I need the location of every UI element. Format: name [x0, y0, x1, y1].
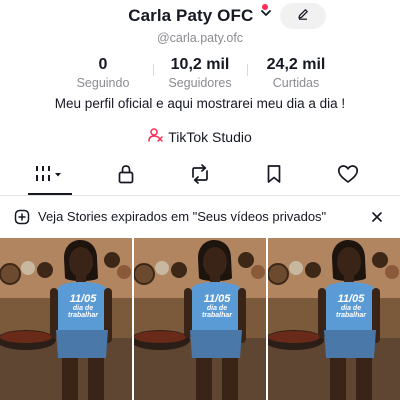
tab-selected-indicator — [28, 193, 72, 195]
shirt-line: trabalhar — [68, 312, 98, 319]
video-thumbnail[interactable]: 11/05 dia de trabalhar — [134, 238, 266, 400]
video-thumbnail[interactable]: 11/05 dia de trabalhar — [0, 238, 132, 400]
shirt-date: 11/05 — [337, 293, 365, 305]
video-grid: 11/05 dia de trabalhar 11/05 dia de trab… — [0, 238, 400, 400]
stories-banner[interactable]: Veja Stories expirados em "Seus vídeos p… — [0, 200, 400, 233]
notification-dot — [262, 4, 268, 10]
display-name[interactable]: Carla Paty OFC — [128, 6, 253, 26]
profile-stats: 0 Seguindo 10,2 mil Seguidores 24,2 mil … — [0, 56, 400, 92]
stat-label: Seguindo — [76, 76, 130, 90]
username: @carla.paty.ofc — [156, 31, 244, 45]
profile-header: Carla Paty OFC — [0, 0, 400, 34]
stat-value: 0 — [98, 56, 108, 73]
shirt-date: 11/05 — [203, 293, 231, 305]
tab-reposts[interactable] — [170, 156, 230, 196]
shirt-print: 11/05 dia de trabalhar — [60, 293, 106, 320]
stat-followers[interactable]: 10,2 mil Seguidores — [155, 56, 245, 91]
tab-videos[interactable] — [20, 156, 80, 196]
pencil-icon — [296, 7, 310, 26]
stat-divider — [153, 64, 154, 76]
heart-icon — [337, 164, 359, 189]
bookmark-icon — [266, 164, 282, 189]
tab-saved[interactable] — [244, 156, 304, 196]
studio-label: TikTok Studio — [168, 128, 252, 145]
shirt-line: dia de — [72, 305, 94, 312]
shirt-print: 11/05 dia de trabalhar — [194, 293, 240, 320]
stat-following[interactable]: 0 Seguindo — [58, 56, 148, 91]
shirt-line: trabalhar — [202, 312, 232, 319]
video-thumbnail-image — [268, 238, 400, 400]
tab-private[interactable] — [96, 156, 156, 196]
video-thumbnail-image — [0, 238, 132, 400]
profile-bio: Meu perfil oficial e aqui mostrarei meu … — [54, 96, 346, 111]
tab-liked[interactable] — [318, 156, 378, 196]
stat-likes[interactable]: 24,2 mil Curtidas — [251, 56, 341, 91]
video-thumbnail[interactable]: 11/05 dia de trabalhar — [268, 238, 400, 400]
stat-value: 24,2 mil — [266, 56, 326, 73]
close-icon[interactable] — [368, 208, 386, 226]
shirt-line: dia de — [340, 305, 362, 312]
banner-text: Veja Stories expirados em "Seus vídeos p… — [38, 209, 327, 224]
shirt-line: trabalhar — [336, 312, 366, 319]
tiktok-studio-link[interactable]: TikTok Studio — [0, 127, 400, 146]
display-name-row[interactable]: Carla Paty OFC — [0, 6, 400, 26]
stat-value: 10,2 mil — [170, 56, 230, 73]
stat-divider — [247, 64, 248, 76]
shirt-date: 11/05 — [69, 293, 97, 305]
profile-tabs — [0, 156, 400, 196]
shirt-line: dia de — [206, 305, 228, 312]
grid-icon — [36, 165, 64, 188]
studio-icon — [148, 127, 164, 146]
stat-label: Curtidas — [272, 76, 320, 90]
stat-label: Seguidores — [168, 76, 232, 90]
lock-icon — [117, 164, 135, 189]
shirt-print: 11/05 dia de trabalhar — [328, 293, 374, 320]
edit-profile-button[interactable] — [280, 3, 326, 29]
video-thumbnail-image — [134, 238, 266, 400]
repost-icon — [189, 163, 211, 189]
add-circle-icon — [14, 209, 30, 230]
